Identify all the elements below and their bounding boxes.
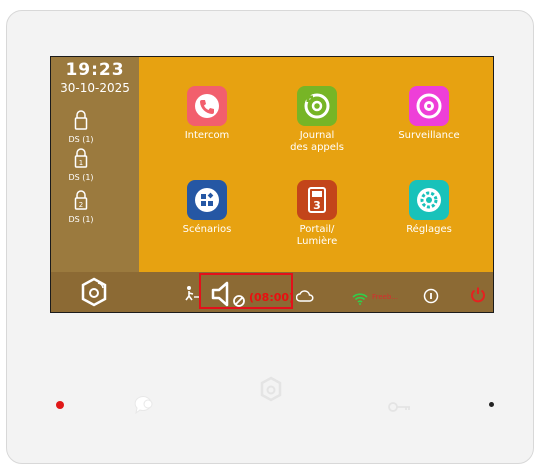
scenarios-icon xyxy=(187,180,227,220)
speech-icon xyxy=(134,396,153,415)
doorstation-1[interactable]: DS (1) xyxy=(66,110,96,144)
settings-icon xyxy=(409,180,449,220)
tile-gate-light[interactable]: 3 Portail/ Lumière xyxy=(267,180,367,248)
lock-icon: 1 xyxy=(74,148,88,168)
power-icon xyxy=(471,287,485,303)
tile-scenarios[interactable]: Scénarios xyxy=(157,180,257,236)
svg-text:1: 1 xyxy=(79,159,83,167)
clock-date: 30-10-2025 xyxy=(60,81,130,95)
info-icon xyxy=(423,288,439,304)
lock-icon xyxy=(74,110,88,130)
tile-surveillance[interactable]: Surveillance xyxy=(379,86,479,142)
phone-icon xyxy=(187,86,227,126)
key-button[interactable] xyxy=(388,398,412,417)
doorstation-label: DS (1) xyxy=(68,215,94,224)
tile-call-log[interactable]: Journal des appels xyxy=(267,86,367,154)
home-hex-icon xyxy=(81,277,107,307)
lock-icon: 2 xyxy=(74,190,88,210)
tile-label: Surveillance xyxy=(398,130,460,141)
key-icon xyxy=(388,402,410,412)
tile-label: Journal des appels xyxy=(290,130,344,153)
doorstation-3[interactable]: 2 DS (1) xyxy=(66,190,96,224)
clock-time: 19:23 xyxy=(65,60,125,80)
tile-label: Scénarios xyxy=(182,224,232,235)
svg-text:3: 3 xyxy=(313,199,321,212)
tile-intercom[interactable]: Intercom xyxy=(157,86,257,142)
cloud-icon xyxy=(295,290,314,302)
home-button[interactable] xyxy=(80,277,108,311)
wifi-name: Freeb... xyxy=(372,293,398,301)
wifi-status[interactable] xyxy=(352,290,368,309)
highlight-box xyxy=(199,273,293,309)
cloud-status[interactable] xyxy=(295,287,314,306)
call-log-icon xyxy=(297,86,337,126)
wifi-icon xyxy=(352,293,368,305)
tile-label: Intercom xyxy=(184,130,230,141)
camera-icon xyxy=(409,86,449,126)
power-button[interactable] xyxy=(470,286,486,308)
doorstation-label: DS (1) xyxy=(68,173,94,182)
tile-settings[interactable]: Réglages xyxy=(379,180,479,236)
home-hex-icon xyxy=(260,376,282,402)
svg-text:2: 2 xyxy=(79,201,83,209)
doorstation-2[interactable]: 1 DS (1) xyxy=(66,148,96,182)
gate-icon: 3 xyxy=(297,180,337,220)
tile-label: Portail/ Lumière xyxy=(296,224,338,247)
status-led-red xyxy=(56,401,64,409)
info-button[interactable] xyxy=(423,288,439,308)
home-hard-button[interactable] xyxy=(259,376,283,406)
talk-button[interactable] xyxy=(134,395,156,419)
doorstation-label: DS (1) xyxy=(68,135,94,144)
status-led-dark xyxy=(489,402,494,407)
tile-label: Réglages xyxy=(406,224,452,235)
